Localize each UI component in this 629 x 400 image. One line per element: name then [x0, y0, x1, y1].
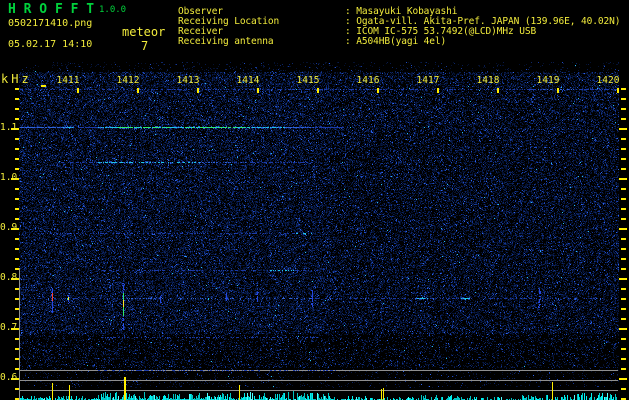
- x-axis-label: 1413: [176, 75, 200, 86]
- y-axis-unit: kHz: [1, 72, 32, 86]
- x-axis-label: 1414: [236, 75, 260, 86]
- meteor-count: 7: [141, 39, 149, 53]
- y-axis-label: 1.1: [0, 122, 18, 133]
- info-row-antenna: Receiving antenna: A504HB(yagi 4el): [178, 37, 446, 47]
- x-axis-label: 1411: [56, 75, 80, 86]
- observation-datetime: 05.02.17 14:10: [8, 39, 93, 50]
- observation-mode: meteor: [122, 25, 166, 39]
- x-axis-label: 1415: [296, 75, 320, 86]
- spectrogram-canvas: [0, 0, 629, 400]
- app-title: H R O F F T: [8, 2, 95, 17]
- info-separator: :: [345, 36, 357, 47]
- y-axis-label: 0.8: [0, 272, 18, 283]
- hrofft-output-window: H R O F F T 1.0.0 0502171410.png meteor …: [0, 0, 629, 400]
- x-axis-label: 1420: [596, 75, 620, 86]
- x-axis-label: 1418: [476, 75, 500, 86]
- x-axis-label: 1419: [536, 75, 560, 86]
- y-axis-label: 0.7: [0, 322, 18, 333]
- x-axis-label: 1417: [416, 75, 440, 86]
- info-value: A504HB(yagi 4el): [356, 36, 447, 47]
- y-axis-label: 0.9: [0, 222, 18, 233]
- app-version: 1.0.0: [99, 5, 127, 15]
- y-axis-label: 0.6: [0, 372, 18, 383]
- info-label: Receiving antenna: [178, 36, 274, 47]
- x-axis-label: 1416: [356, 75, 380, 86]
- y-axis-label: 1.0: [0, 172, 18, 183]
- x-axis-label: 1412: [116, 75, 140, 86]
- output-filename: 0502171410.png: [8, 18, 93, 29]
